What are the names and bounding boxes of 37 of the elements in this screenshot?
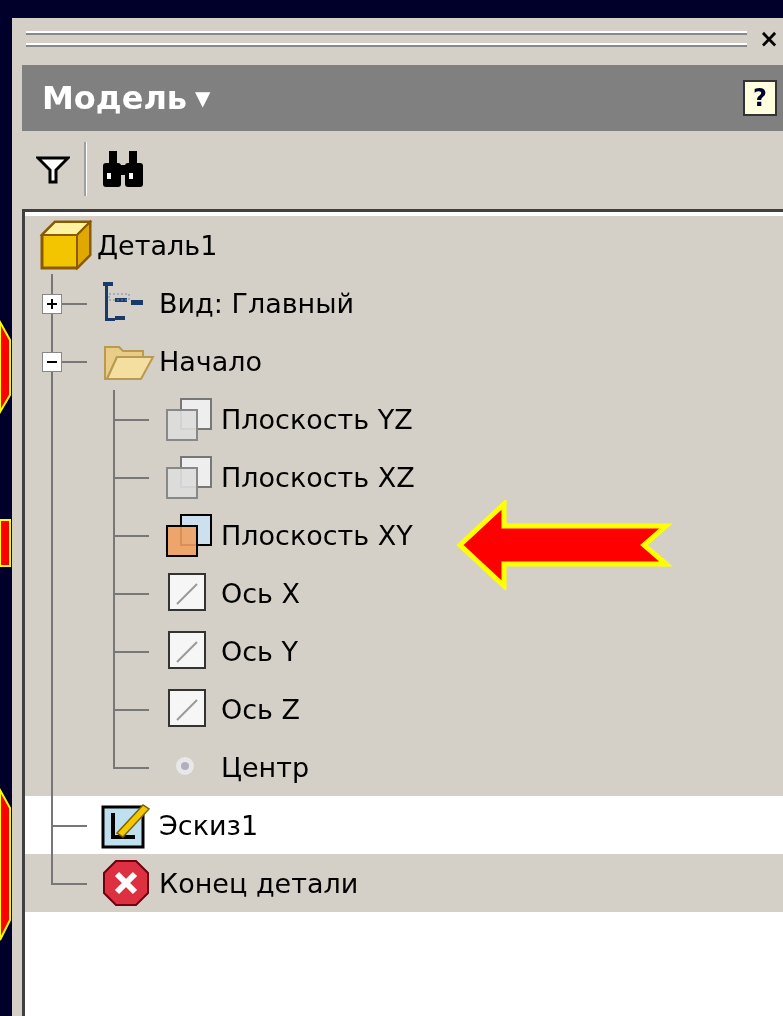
tree-label: Начало	[159, 345, 263, 377]
tree-row[interactable]: Плоскость YZ	[25, 390, 783, 448]
tree-row[interactable]: Вид: Главный	[25, 274, 783, 332]
plane-icon	[163, 512, 215, 558]
tree-label: Центр	[221, 751, 310, 783]
tree-label: Конец детали	[159, 867, 359, 899]
tree-row[interactable]: Ось Y	[25, 622, 783, 680]
tree-label: Плоскость XZ	[221, 461, 415, 493]
help-button[interactable]: ?	[743, 80, 777, 116]
tree-row[interactable]: Конец детали	[25, 854, 783, 912]
tree-row[interactable]: Деталь1	[25, 216, 783, 274]
tree-label: Ось Z	[221, 693, 301, 725]
expander-toggle[interactable]	[42, 352, 62, 372]
plane-icon	[163, 454, 215, 500]
close-button[interactable]: ×	[754, 25, 783, 53]
error-icon	[101, 858, 151, 908]
panel-title[interactable]: Модель	[42, 79, 188, 117]
arrow	[0, 519, 11, 567]
tree-label: Плоскость YZ	[221, 403, 413, 435]
binoculars-icon[interactable]	[101, 149, 145, 189]
grip-bar[interactable]	[26, 31, 747, 47]
tree-label: Деталь1	[97, 229, 218, 261]
tree-row[interactable]: Ось X	[25, 564, 783, 622]
tree-label: Плоскость XY	[221, 519, 413, 551]
plane-icon	[163, 396, 215, 442]
sketch-icon	[101, 801, 153, 849]
tree-row[interactable]: Ось Z	[25, 680, 783, 738]
cube-icon	[39, 219, 93, 271]
tree-row[interactable]: Плоскость XZ	[25, 448, 783, 506]
tree-label: Ось X	[221, 577, 301, 609]
caret-icon[interactable]: ▼	[195, 86, 211, 110]
tree-label: Вид: Главный	[159, 287, 355, 319]
tree-row[interactable]: Центр	[25, 738, 783, 796]
expander-toggle[interactable]	[42, 294, 62, 314]
tree-row[interactable]: Начало	[25, 332, 783, 390]
tree-label: Эскиз1	[159, 809, 259, 841]
tree-label: Ось Y	[221, 635, 299, 667]
